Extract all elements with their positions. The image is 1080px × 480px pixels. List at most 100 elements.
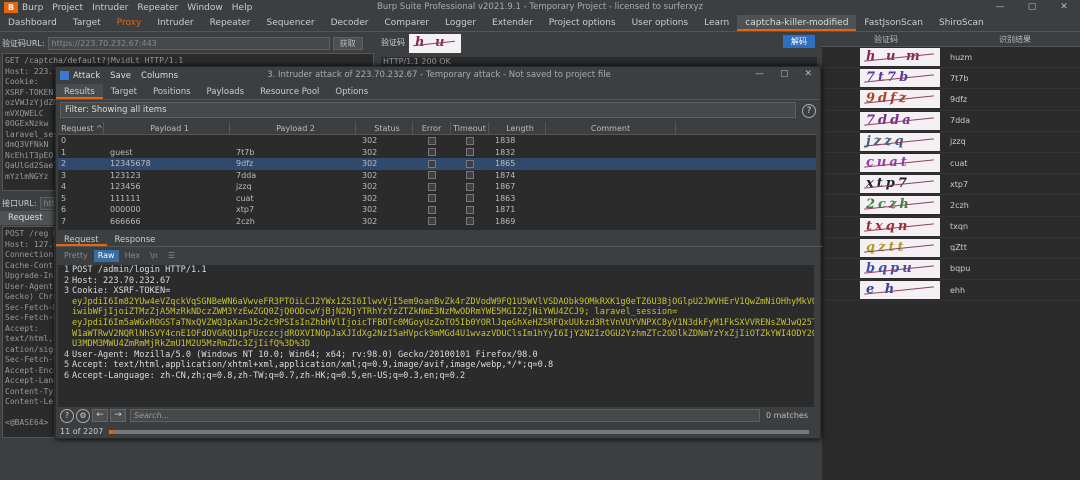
identify-button[interactable]: 解码 [783,35,815,48]
tab-captcha-killer[interactable]: captcha-killer-modified [737,15,857,31]
table-row[interactable]: 7 666666 2czh 302 1869 [58,216,816,228]
col-payload-2[interactable]: Payload 2 [230,122,356,134]
header-key: POST /admin/login HTTP/1.1 [72,265,207,275]
cell-timeout [451,147,489,159]
intruder-maximize-icon[interactable]: ▢ [780,69,789,79]
result-row[interactable]: txqn txqn [822,217,1080,238]
menu-help[interactable]: Help [232,3,253,13]
cell-request: 3 [61,170,67,180]
intruder-minimize-icon[interactable]: — [755,69,764,79]
cell-payload-1: 123456 [110,182,141,191]
maximize-icon[interactable]: ▢ [1016,0,1048,15]
result-row[interactable]: bqpu bqpu [822,259,1080,281]
subtab-options[interactable]: Options [327,84,376,99]
view-pretty-button[interactable]: Pretty [60,250,92,262]
col-error[interactable]: Error [413,122,451,134]
tab-response[interactable]: Response [107,233,164,246]
tab-logger[interactable]: Logger [437,15,484,31]
menu-intruder[interactable]: Intruder [92,3,128,13]
cell-request: 5 [61,193,67,203]
result-value: 9dfz [950,94,968,104]
view-hex-button[interactable]: Hex [121,250,145,262]
request-raw-editor[interactable]: 1 POST /admin/login HTTP/1.1 2 Host: 223.70… [58,265,814,407]
col-request[interactable]: Request ^ [58,122,104,134]
col-comment[interactable]: Comment [546,122,676,134]
tab-intruder[interactable]: Intruder [149,15,201,31]
tab-proxy[interactable]: Proxy [109,15,150,31]
header-key: Accept: [72,360,114,371]
tab-request[interactable]: Request [56,233,107,246]
menu-repeater[interactable]: Repeater [137,3,178,13]
result-row[interactable]: xtp7 xtp7 [822,174,1080,196]
menu-attack[interactable]: Attack [73,71,100,81]
line-number: 2 [64,275,70,286]
col-status[interactable]: Status [356,122,413,134]
menu-window[interactable]: Window [187,3,223,13]
result-row[interactable]: 7dda 7dda [822,111,1080,132]
tab-learn[interactable]: Learn [696,15,737,31]
subtab-resource-pool[interactable]: Resource Pool [252,84,327,99]
col-timeout[interactable]: Timeout [451,122,489,134]
next-match-icon[interactable]: → [110,409,126,422]
table-row[interactable]: 5 111111 cuat 302 1863 [58,193,816,205]
search-input[interactable]: Search... [130,409,760,422]
table-row[interactable]: 2 12345678 9dfz 302 1865 [58,158,816,170]
table-row[interactable]: 6 000000 xtp7 302 1871 [58,204,816,216]
tab-decoder[interactable]: Decoder [323,15,377,31]
intruder-close-icon[interactable]: ✕ [804,69,812,79]
tab-request-template[interactable]: Request temp [0,211,56,237]
result-row[interactable]: cuat cuat [822,153,1080,175]
subtab-positions[interactable]: Positions [145,84,199,99]
result-row[interactable]: h u m huzm [822,47,1080,69]
settings-gear-icon[interactable]: ⚙ [76,408,90,423]
menu-columns[interactable]: Columns [141,71,178,81]
minimize-icon[interactable]: — [984,0,1016,15]
table-row[interactable]: 0 302 1838 [58,135,816,147]
tab-extender[interactable]: Extender [484,15,541,31]
help-icon[interactable]: ? [60,408,74,423]
captcha-image: 2czh [860,196,940,215]
code-line: eyJpdiI6Im82YUw4eVZqckVqSGNBeWN6aVwveFR3… [64,297,814,308]
menu-project[interactable]: Project [52,3,83,13]
tab-sequencer[interactable]: Sequencer [259,15,323,31]
result-row[interactable]: 7t7b 7t7b [822,68,1080,90]
header-value: U3MDM3MWU4ZmRmMjRkZmU1M2U5MzRmZDc3ZjIifQ… [72,339,310,350]
table-row[interactable]: 4 123456 jzzq 302 1867 [58,181,816,193]
result-row[interactable]: 2czh 2czh [822,195,1080,217]
tab-target[interactable]: Target [65,15,109,31]
timeout-checkbox [466,136,474,145]
tab-project-options[interactable]: Project options [541,15,624,31]
tab-shiroscan[interactable]: ShiroScan [931,15,992,31]
view-raw-button[interactable]: Raw [93,250,119,262]
table-row[interactable]: 1 guest 7t7b 302 1832 [58,147,816,159]
col-length[interactable]: Length [489,122,546,134]
tab-dashboard[interactable]: Dashboard [0,15,65,31]
prev-match-icon[interactable]: ← [92,409,108,422]
captcha-image: qztt [860,238,940,257]
request-template-editor[interactable]: POST /reg HTHost: 127.0.0.Connection: cC… [2,226,55,438]
result-row[interactable]: jzzq jzzq [822,132,1080,153]
table-row[interactable]: 3 123123 7dda 302 1874 [58,170,816,182]
subtab-payloads[interactable]: Payloads [199,84,253,99]
menu-burp[interactable]: Burp [22,3,43,13]
captcha-url-label: 验证码URL: [2,38,45,48]
subtab-target[interactable]: Target [103,84,145,99]
fetch-button[interactable]: 获取 [332,36,363,50]
subtab-results[interactable]: Results [56,84,103,99]
help-icon[interactable]: ? [802,104,816,118]
tab-user-options[interactable]: User options [624,15,697,31]
newline-toggle-button[interactable]: \n [146,250,162,262]
result-row[interactable]: 9dfz 9dfz [822,89,1080,111]
result-row[interactable]: qztt qZtt [822,238,1080,259]
menu-icon[interactable]: ☰ [164,250,179,262]
tab-comparer[interactable]: Comparer [376,15,437,31]
header-value: text/html,application/xhtml+xml,applicat… [113,360,554,371]
result-row[interactable]: e h ehh [822,280,1080,302]
filter-bar[interactable]: Filter: Showing all items [60,102,796,118]
col-payload-1[interactable]: Payload 1 [104,122,230,134]
tab-repeater[interactable]: Repeater [202,15,259,31]
captcha-url-input[interactable]: https://223.70.232.67:443 [47,36,330,50]
tab-fastjsonscan[interactable]: FastJsonScan [856,15,931,31]
menu-save[interactable]: Save [110,71,131,81]
close-icon[interactable]: ✕ [1048,0,1080,15]
